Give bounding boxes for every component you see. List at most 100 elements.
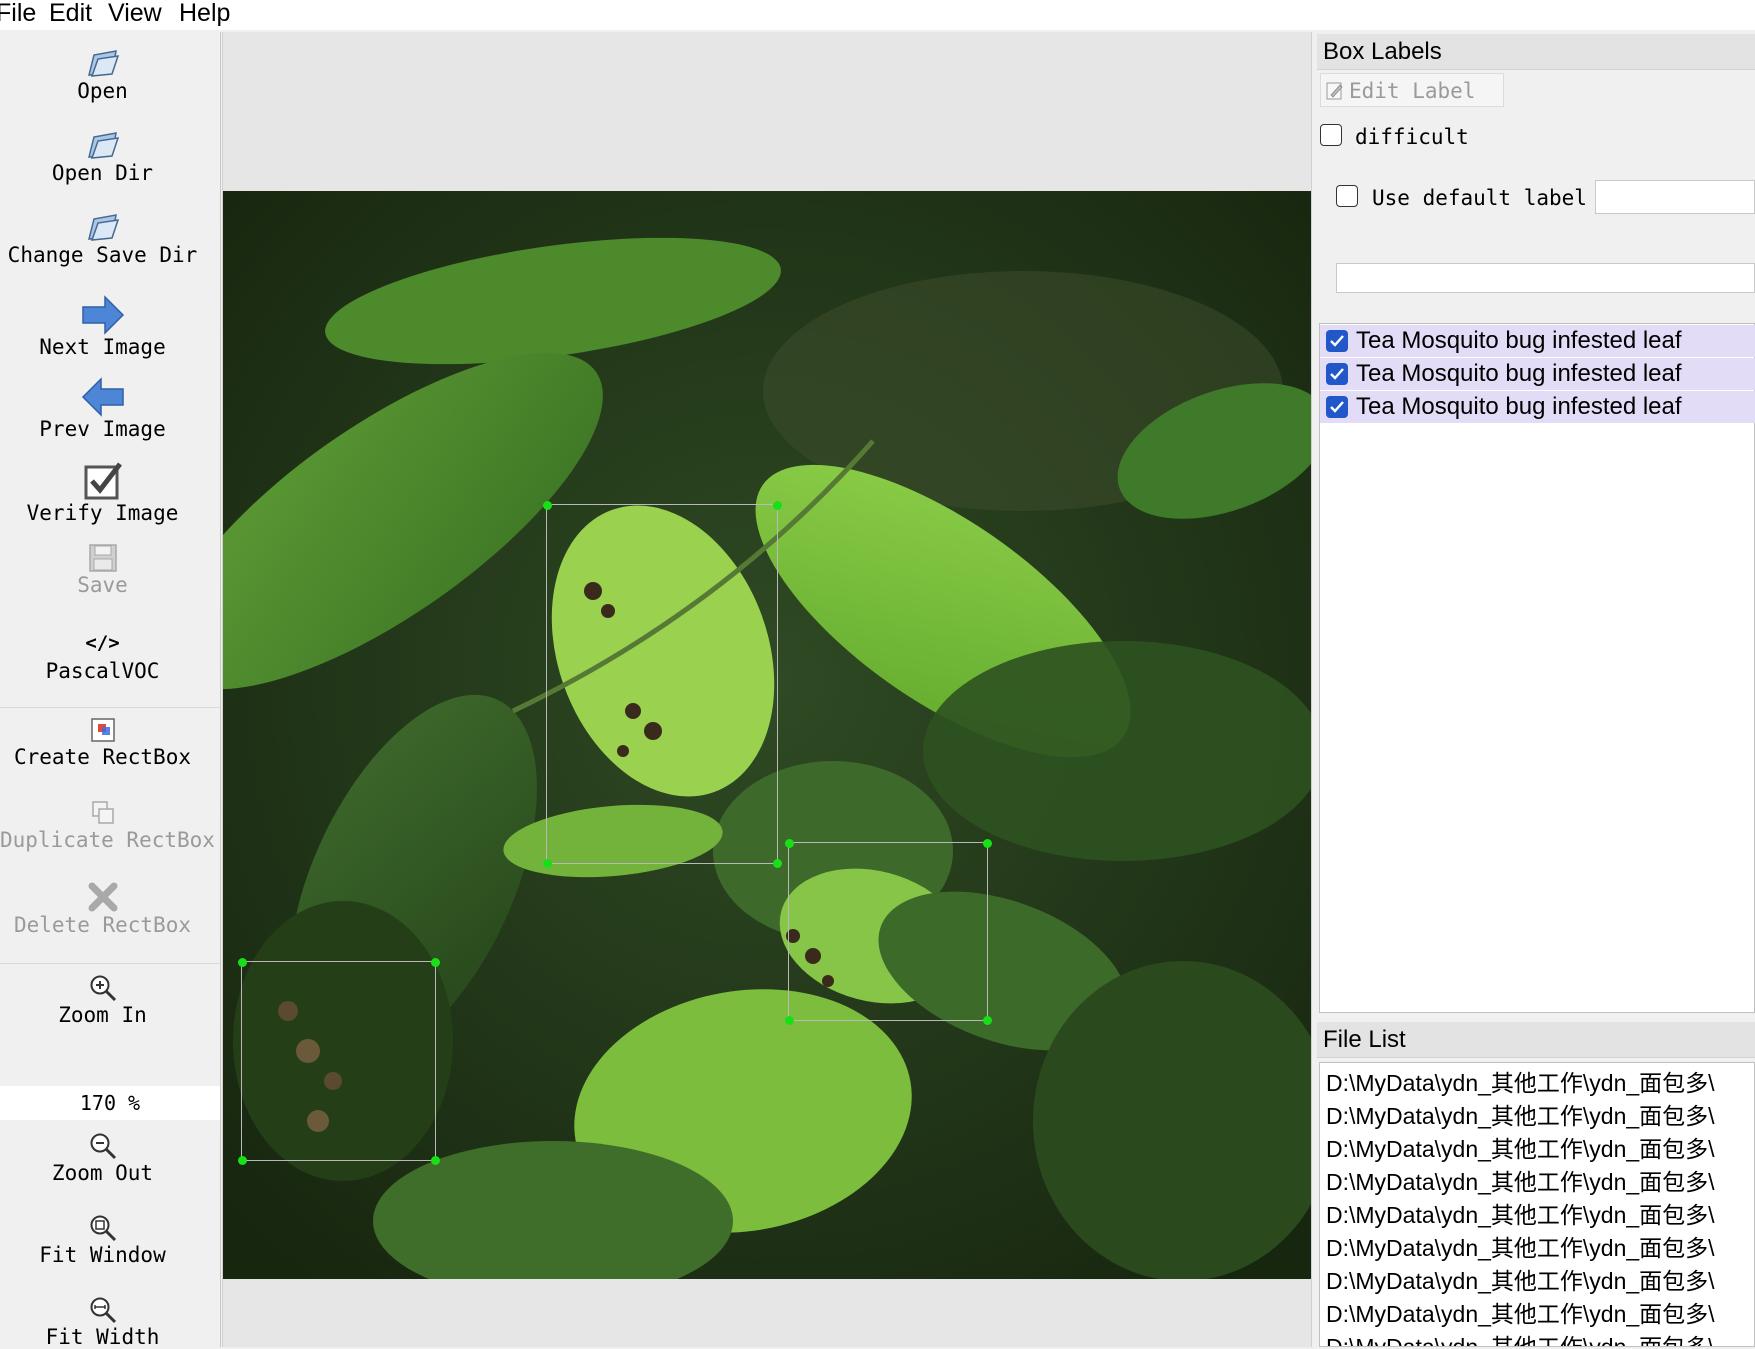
delete-rectbox-button[interactable]: Delete RectBox bbox=[0, 881, 205, 937]
label-item-checkbox[interactable] bbox=[1326, 330, 1348, 352]
menu-help[interactable]: Help bbox=[179, 0, 230, 28]
box-corner-handle[interactable] bbox=[431, 1156, 440, 1165]
zoom-out-button[interactable]: Zoom Out bbox=[0, 1131, 205, 1185]
box-corner-handle[interactable] bbox=[983, 839, 992, 848]
bounding-box[interactable] bbox=[785, 839, 992, 1025]
label-item-checkbox[interactable] bbox=[1326, 396, 1348, 418]
box-corner-handle[interactable] bbox=[773, 859, 782, 868]
bounding-box[interactable] bbox=[238, 958, 440, 1165]
arrow-right-icon bbox=[81, 295, 124, 335]
change-save-dir-label: Change Save Dir bbox=[7, 243, 198, 267]
difficult-checkbox[interactable] bbox=[1320, 124, 1342, 146]
prev-image-label: Prev Image bbox=[39, 417, 166, 441]
right-dock-panel: Box Labels Edit Label difficult Use defa… bbox=[1316, 32, 1755, 1347]
toolbar-separator bbox=[0, 707, 220, 708]
file-list-item[interactable]: D:\MyData\ydn_其他工作\ydn_面包多\ bbox=[1326, 1067, 1715, 1100]
edit-label-button[interactable]: Edit Label bbox=[1320, 73, 1504, 107]
box-corner-handle[interactable] bbox=[785, 1016, 794, 1025]
fit-width-icon bbox=[90, 1297, 116, 1324]
create-rectbox-icon bbox=[90, 718, 115, 742]
format-pascalvoc-button[interactable]: </> PascalVOC bbox=[0, 627, 205, 683]
save-floppy-icon bbox=[88, 544, 117, 572]
file-list-item[interactable]: D:\MyData\ydn_其他工作\ydn_面包多\ bbox=[1326, 1331, 1715, 1346]
image-canvas[interactable] bbox=[222, 32, 1312, 1347]
create-rectbox-button[interactable]: Create RectBox bbox=[0, 715, 205, 769]
label-list-item[interactable]: Tea Mosquito bug infested leaf bbox=[1320, 325, 1755, 357]
save-label: Save bbox=[77, 573, 128, 597]
verify-image-label: Verify Image bbox=[26, 501, 179, 525]
tea-leaf-photo bbox=[223, 191, 1311, 1279]
fit-width-label: Fit Width bbox=[45, 1325, 160, 1349]
open-dir-button[interactable]: Open Dir bbox=[0, 129, 205, 185]
label-item-text: Tea Mosquito bug infested leaf bbox=[1356, 360, 1682, 387]
file-list-item[interactable]: D:\MyData\ydn_其他工作\ydn_面包多\ bbox=[1326, 1265, 1715, 1298]
label-item-text: Tea Mosquito bug infested leaf bbox=[1356, 393, 1682, 420]
file-list-item[interactable]: D:\MyData\ydn_其他工作\ydn_面包多\ bbox=[1326, 1100, 1715, 1133]
label-list-item[interactable]: Tea Mosquito bug infested leaf bbox=[1320, 358, 1755, 390]
box-corner-handle[interactable] bbox=[238, 1156, 247, 1165]
box-corner-handle[interactable] bbox=[543, 501, 552, 510]
label-item-checkbox[interactable] bbox=[1326, 363, 1348, 385]
box-corner-handle[interactable] bbox=[785, 839, 794, 848]
change-save-dir-button[interactable]: Change Save Dir bbox=[0, 211, 205, 267]
format-label: PascalVOC bbox=[45, 659, 160, 683]
zoom-out-label: Zoom Out bbox=[51, 1161, 154, 1185]
duplicate-rectbox-label: Duplicate RectBox bbox=[0, 828, 215, 852]
box-corner-handle[interactable] bbox=[543, 859, 552, 868]
box-labels-header: Box Labels bbox=[1317, 34, 1755, 70]
fit-width-button[interactable]: Fit Width bbox=[0, 1295, 205, 1349]
file-list-item[interactable]: D:\MyData\ydn_其他工作\ydn_面包多\ bbox=[1326, 1298, 1715, 1331]
checkmark-icon bbox=[1330, 368, 1344, 380]
folder-open-icon bbox=[87, 214, 119, 241]
file-list-item[interactable]: D:\MyData\ydn_其他工作\ydn_面包多\ bbox=[1326, 1199, 1715, 1232]
duplicate-rectbox-button[interactable]: Duplicate RectBox bbox=[0, 798, 215, 852]
file-list: D:\MyData\ydn_其他工作\ydn_面包多\ D:\MyData\yd… bbox=[1319, 1062, 1755, 1347]
box-corner-handle[interactable] bbox=[773, 501, 782, 510]
create-rectbox-label: Create RectBox bbox=[13, 745, 191, 769]
folder-open-icon bbox=[87, 50, 119, 77]
checkmark-icon bbox=[1330, 401, 1344, 413]
menu-view[interactable]: View bbox=[108, 0, 162, 28]
file-list-item[interactable]: D:\MyData\ydn_其他工作\ydn_面包多\ bbox=[1326, 1133, 1715, 1166]
zoom-in-icon bbox=[90, 975, 116, 1002]
label-filter-input[interactable] bbox=[1336, 263, 1755, 293]
bounding-box[interactable] bbox=[543, 501, 782, 868]
delete-rectbox-label: Delete RectBox bbox=[13, 913, 191, 937]
difficult-label: difficult bbox=[1355, 125, 1469, 149]
fit-window-icon bbox=[90, 1215, 116, 1242]
box-corner-handle[interactable] bbox=[238, 958, 247, 967]
edit-label-text: Edit Label bbox=[1349, 79, 1476, 103]
toolbar: Open Open Dir Change Save Dir Next Image… bbox=[0, 32, 221, 1349]
open-dir-label: Open Dir bbox=[51, 161, 154, 185]
box-corner-handle[interactable] bbox=[431, 958, 440, 967]
menu-bar: File Edit View Help bbox=[0, 0, 1755, 30]
code-format-icon: </> bbox=[85, 632, 120, 654]
duplicate-icon bbox=[91, 801, 114, 824]
next-image-button[interactable]: Next Image bbox=[0, 295, 205, 359]
next-image-label: Next Image bbox=[39, 335, 166, 359]
menu-file[interactable]: File bbox=[0, 0, 36, 28]
menu-edit[interactable]: Edit bbox=[49, 0, 92, 28]
box-corner-handle[interactable] bbox=[983, 1016, 992, 1025]
zoom-value-field[interactable]: 170 % bbox=[0, 1086, 220, 1120]
checkbox-verify-icon bbox=[84, 462, 122, 500]
open-button[interactable]: Open bbox=[0, 47, 205, 103]
edit-pencil-icon bbox=[1326, 82, 1343, 100]
fit-window-button[interactable]: Fit Window bbox=[0, 1213, 205, 1267]
default-label-input[interactable] bbox=[1595, 180, 1755, 214]
file-list-item[interactable]: D:\MyData\ydn_其他工作\ydn_面包多\ bbox=[1326, 1232, 1715, 1265]
zoom-in-button[interactable]: Zoom In bbox=[0, 973, 205, 1027]
use-default-label-checkbox[interactable] bbox=[1336, 185, 1358, 207]
file-list-item[interactable]: D:\MyData\ydn_其他工作\ydn_面包多\ bbox=[1326, 1166, 1715, 1199]
prev-image-button[interactable]: Prev Image bbox=[0, 377, 205, 441]
use-default-label-text: Use default label bbox=[1372, 186, 1587, 210]
label-item-text: Tea Mosquito bug infested leaf bbox=[1356, 327, 1682, 354]
label-list: Tea Mosquito bug infested leaf Tea Mosqu… bbox=[1319, 323, 1755, 1013]
folder-open-icon bbox=[87, 132, 119, 159]
label-list-item[interactable]: Tea Mosquito bug infested leaf bbox=[1320, 391, 1755, 423]
verify-image-button[interactable]: Verify Image bbox=[0, 461, 205, 525]
delete-x-icon bbox=[88, 882, 117, 912]
toolbar-separator bbox=[0, 963, 220, 964]
save-button[interactable]: Save bbox=[0, 543, 205, 597]
zoom-in-label: Zoom In bbox=[58, 1003, 147, 1027]
